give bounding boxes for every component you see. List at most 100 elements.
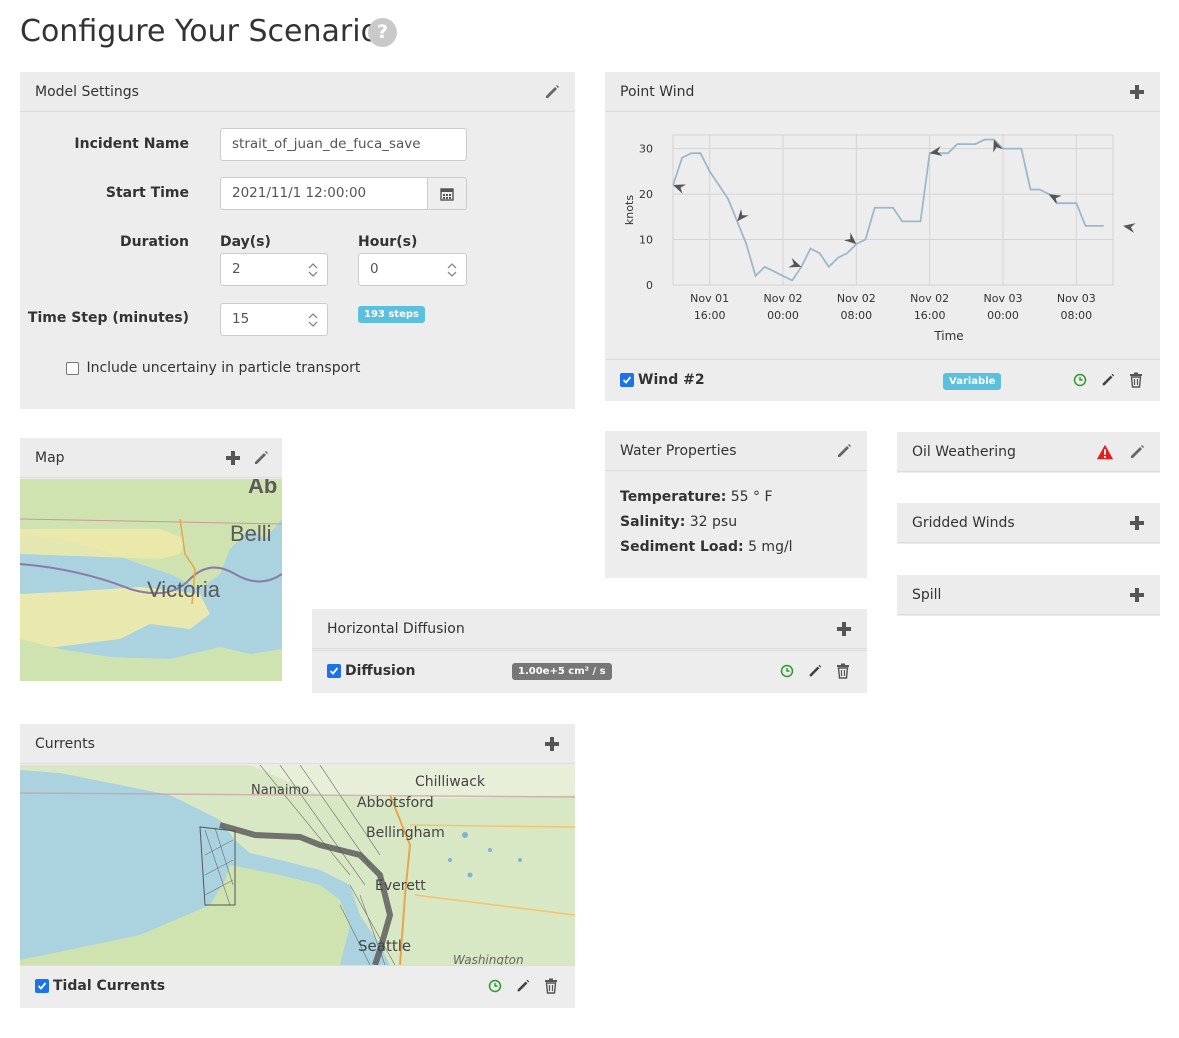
water-properties-body: Temperature: 55 ° F Salinity: 32 psu Sed…	[605, 471, 867, 574]
spill-panel: Spill	[897, 575, 1160, 616]
x-tick-label: Nov 03	[984, 292, 1023, 305]
incident-name-label: Incident Name	[74, 136, 189, 152]
map-preview[interactable]: Ab Belli Victoria	[20, 479, 282, 681]
currents-panel: Currents Chilliwack Nanaimo Abbotsford B…	[20, 724, 575, 1008]
y-axis-label: knots	[623, 195, 636, 225]
plus-icon[interactable]	[1128, 83, 1146, 101]
time-step-stepper[interactable]: 15	[220, 303, 328, 336]
gridded-winds-title: Gridded Winds	[912, 515, 1015, 531]
currents-title: Currents	[35, 736, 95, 752]
plus-icon[interactable]	[1128, 586, 1146, 604]
uncertainty-checkbox[interactable]	[66, 361, 79, 375]
plus-icon[interactable]	[224, 449, 242, 467]
days-label: Day(s)	[220, 234, 271, 250]
currents-item-checkbox[interactable]	[35, 979, 49, 993]
horizontal-diffusion-title: Horizontal Diffusion	[327, 621, 465, 637]
horizontal-diffusion-panel: Horizontal Diffusion Diffusion 1.00e+5 c…	[312, 609, 867, 693]
time-step-label: Time Step (minutes)	[27, 310, 189, 326]
gridded-winds-panel: Gridded Winds	[897, 503, 1160, 544]
x-tick-label: Nov 01	[690, 292, 729, 305]
currents-map-label: Chilliwack	[415, 774, 486, 790]
incident-name-input[interactable]: strait_of_juan_de_fuca_save	[220, 128, 467, 161]
wind-direction-arrow	[1123, 223, 1136, 233]
currents-map-preview[interactable]: Chilliwack Nanaimo Abbotsford Bellingham…	[20, 765, 575, 965]
x-tick-label: 00:00	[987, 309, 1019, 322]
wind-chart: 0 10 20 30 Nov 01 16:00 Nov 02 00:00 Nov 02 08:00…	[623, 134, 1136, 343]
steps-badge: 193 steps	[358, 306, 425, 323]
spin-arrows-icon	[308, 313, 318, 327]
currents-map-label: Everett	[375, 878, 426, 894]
trash-icon[interactable]	[542, 977, 560, 995]
pencil-icon[interactable]	[835, 442, 853, 460]
point-wind-title: Point Wind	[620, 84, 695, 100]
pencil-icon[interactable]	[1099, 371, 1117, 389]
hours-value: 0	[370, 261, 379, 277]
trash-icon[interactable]	[1127, 371, 1145, 389]
map-title: Map	[35, 450, 65, 466]
salinity-value: 32 psu	[689, 514, 738, 530]
model-settings-body: Incident Name strait_of_juan_de_fuca_sav…	[20, 112, 575, 408]
calendar-button[interactable]	[427, 177, 467, 210]
point-wind-panel: Point Wind 0 10 20 30 Nov 01 16:00 Nov 02 00:00…	[605, 72, 1160, 401]
x-tick-label: 00:00	[767, 309, 799, 322]
question-circle-icon[interactable]: ?	[368, 18, 397, 47]
page-title: Configure Your Scenario	[20, 14, 379, 49]
pencil-icon[interactable]	[514, 977, 532, 995]
pencil-icon[interactable]	[806, 662, 824, 680]
plus-icon[interactable]	[1128, 514, 1146, 532]
x-tick-label: Nov 02	[910, 292, 949, 305]
x-tick-label: Nov 03	[1057, 292, 1096, 305]
warning-icon[interactable]	[1096, 443, 1114, 461]
pencil-icon[interactable]	[1128, 443, 1146, 461]
plus-icon[interactable]	[835, 620, 853, 638]
spin-arrows-icon	[308, 263, 318, 277]
plus-icon[interactable]	[543, 735, 561, 753]
diffusion-coefficient-badge: 1.00e+5 cm² / s	[512, 663, 612, 680]
temperature-label: Temperature:	[620, 489, 727, 505]
y-tick-label: 30	[639, 143, 653, 156]
x-tick-label: 08:00	[840, 309, 872, 322]
hours-stepper[interactable]: 0	[358, 253, 467, 286]
map-label: Victoria	[147, 577, 220, 602]
currents-map-label: Washington	[453, 953, 524, 965]
sediment-value: 5 mg/l	[748, 539, 793, 555]
time-step-value: 15	[232, 311, 250, 327]
start-time-input[interactable]: 2021/11/1 12:00:00	[220, 177, 428, 210]
uncertainty-option[interactable]: Include uncertainy in particle transport	[66, 360, 360, 376]
duration-label: Duration	[119, 234, 189, 250]
uncertainty-label: Include uncertainy in particle transport	[86, 360, 361, 376]
days-stepper[interactable]: 2	[220, 253, 328, 286]
wind-item-name: Wind #2	[638, 372, 705, 388]
sediment-label: Sediment Load:	[620, 539, 744, 555]
model-settings-panel: Model Settings Incident Name strait_of_j…	[20, 72, 575, 409]
wind-item-checkbox[interactable]	[620, 373, 634, 387]
pencil-icon[interactable]	[252, 449, 270, 467]
diffusion-item-row[interactable]: Diffusion 1.00e+5 cm² / s	[312, 650, 867, 692]
currents-map-label: Bellingham	[366, 825, 445, 841]
diffusion-item-name: Diffusion	[345, 663, 416, 679]
water-properties-panel: Water Properties Temperature: 55 ° F Sal…	[605, 431, 867, 578]
currents-map-label: Seattle	[358, 937, 412, 955]
y-tick-label: 10	[639, 234, 653, 247]
oil-weathering-title: Oil Weathering	[912, 444, 1016, 460]
water-properties-title: Water Properties	[620, 443, 737, 459]
wind-type-badge: Variable	[943, 373, 1002, 390]
spill-title: Spill	[912, 587, 942, 603]
wind-chart-area: 0 10 20 30 Nov 01 16:00 Nov 02 00:00 Nov 02 08:00…	[605, 113, 1160, 359]
currents-map-label: Abbotsford	[357, 795, 434, 811]
x-tick-label: 16:00	[694, 309, 726, 322]
pencil-icon[interactable]	[543, 83, 561, 101]
clock-icon[interactable]	[778, 662, 796, 680]
trash-icon[interactable]	[834, 662, 852, 680]
wind-item-row[interactable]: Wind #2 Variable	[605, 359, 1160, 401]
clock-icon[interactable]	[486, 977, 504, 995]
y-tick-label: 20	[639, 188, 653, 201]
salinity-row: Salinity: 32 psu	[620, 510, 852, 535]
currents-item-name: Tidal Currents	[53, 978, 166, 994]
clock-icon[interactable]	[1071, 371, 1089, 389]
diffusion-item-checkbox[interactable]	[327, 664, 341, 678]
start-time-label: Start Time	[105, 185, 189, 201]
currents-item-row[interactable]: Tidal Currents	[20, 965, 575, 1007]
model-settings-title: Model Settings	[35, 84, 139, 100]
map-panel: Map Ab Belli Victoria	[20, 438, 282, 681]
